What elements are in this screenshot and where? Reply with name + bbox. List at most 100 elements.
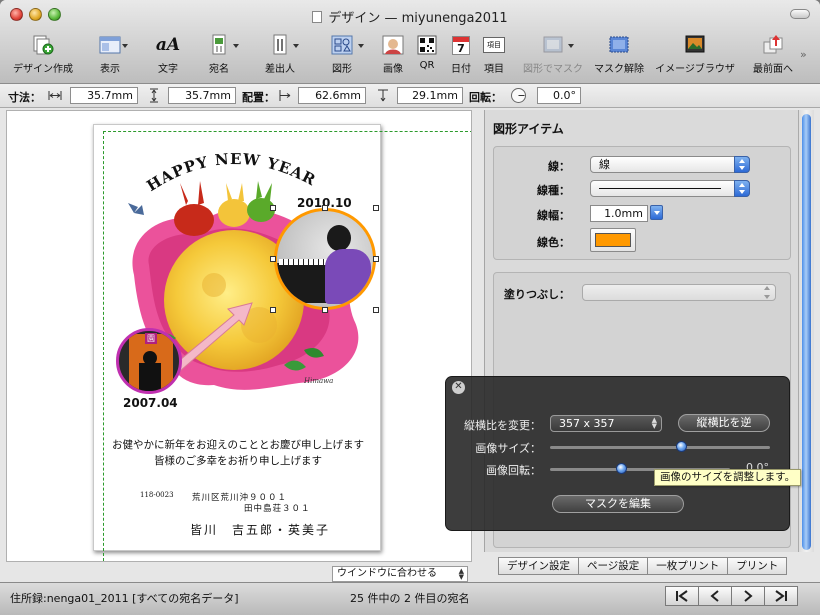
line-popup[interactable]: 線: [590, 156, 750, 173]
toolbar-label: マスク解除: [594, 64, 644, 75]
popup-arrows-icon: [760, 284, 776, 301]
qr-code-icon: [415, 34, 439, 56]
sender-address-2: 田中島荘３０１: [244, 504, 311, 514]
piano-photo[interactable]: [274, 208, 376, 310]
image-rotation-slider-knob[interactable]: [616, 463, 627, 474]
design-canvas[interactable]: HAPPY NEW YEAR Himawa 2010.10 園 2007.04: [6, 110, 472, 562]
toolbar-addressee[interactable]: 宛名: [205, 34, 239, 78]
line-color-swatch: [595, 233, 631, 247]
edit-mask-button[interactable]: マスクを編集: [552, 495, 684, 513]
close-icon[interactable]: ✕: [452, 381, 465, 394]
toolbar-shape[interactable]: 図形: [330, 34, 364, 78]
line-type-label: 線種：: [537, 184, 570, 197]
chevron-down-icon: [293, 44, 299, 48]
calendar-day: 7: [457, 41, 465, 55]
window-title-wrap: デザイン — miyunenga2011: [0, 7, 820, 26]
margin-guide-vertical: [103, 131, 104, 561]
aspect-ratio-popup[interactable]: 357 x 357 ▲ ▼: [550, 415, 662, 432]
toolbar-image-browser[interactable]: イメージブラウザ: [655, 34, 735, 78]
line-type-popup[interactable]: [590, 180, 750, 197]
toolbar-label: 図形: [332, 64, 352, 75]
image-size-slider-knob[interactable]: [676, 441, 687, 452]
last-record-button[interactable]: [764, 586, 798, 606]
toolbar-item[interactable]: 項目 項目: [482, 34, 506, 78]
toolbar-design-create[interactable]: デザイン作成: [12, 34, 74, 78]
photo-keys: [279, 259, 329, 265]
resize-handle-top[interactable]: [322, 205, 328, 211]
card-year-bottom: 2007.04: [123, 396, 178, 410]
previous-record-button[interactable]: [698, 586, 732, 606]
line-color-well[interactable]: [590, 228, 636, 252]
inspector-scroll-thumb[interactable]: [802, 114, 811, 550]
image-size-slider[interactable]: [550, 446, 770, 449]
first-record-button[interactable]: [665, 586, 699, 606]
toolbar-label: 図形でマスク: [523, 64, 583, 75]
chevron-down-icon: [233, 44, 239, 48]
height-icon: [150, 88, 158, 103]
y-position-field[interactable]: 29.1mm: [397, 87, 463, 104]
toolbar-mask-with-shape[interactable]: 図形でマスク: [522, 34, 584, 78]
line-width-field[interactable]: 1.0mm: [590, 205, 648, 222]
toolbar-bring-front[interactable]: 最前面へ: [751, 34, 795, 78]
zoom-fit-select[interactable]: ウインドウに合わせる ▲ ▼: [332, 566, 468, 582]
new-design-icon: [31, 34, 55, 56]
sender-icon: [268, 34, 292, 56]
toolbar-toggle-button[interactable]: [790, 9, 810, 19]
calendar-page: 7: [452, 35, 470, 55]
aspect-ratio-value: 357 x 357: [559, 417, 615, 430]
image-icon: [381, 34, 405, 56]
window-title: デザイン — miyunenga2011: [328, 11, 508, 26]
resize-handle-left[interactable]: [270, 256, 276, 262]
toolbar-qr[interactable]: QR: [416, 34, 438, 78]
line-popup-value: 線: [599, 158, 610, 171]
status-bar: 住所録:nenga01_2011 [すべての宛名データ] 25 件中の 2 件目…: [0, 582, 820, 615]
fill-popup[interactable]: [582, 284, 776, 301]
greeting-line-1: お健やかに新年をお迎えのこととお慶び申し上げます: [112, 439, 364, 451]
tab-single-print[interactable]: 一枚プリント: [647, 557, 729, 575]
line-width-dropdown-button[interactable]: [650, 205, 663, 220]
postcard[interactable]: HAPPY NEW YEAR Himawa 2010.10 園 2007.04: [93, 124, 381, 551]
line-type-sample: [599, 188, 721, 189]
next-record-button[interactable]: [731, 586, 765, 606]
resize-handle-top-left[interactable]: [270, 205, 276, 211]
toolbar-unmask[interactable]: マスク解除: [594, 34, 644, 78]
document-icon: [312, 11, 323, 23]
toolbar-view[interactable]: 表示: [94, 34, 128, 78]
tooltip: 画像のサイズを調整します。: [654, 469, 802, 486]
tab-print[interactable]: プリント: [727, 557, 788, 575]
toolbar-text[interactable]: aA 文字: [156, 34, 180, 78]
sender-name: 皆川 吉五郎・英美子: [190, 523, 331, 537]
photo-child-body: [139, 363, 161, 391]
up-down-arrows-icon: ▲ ▼: [651, 416, 657, 430]
resize-handle-bottom[interactable]: [322, 307, 328, 313]
tab-design-settings[interactable]: デザイン設定: [498, 557, 579, 575]
swap-aspect-button[interactable]: 縦横比を逆: [678, 414, 770, 432]
resize-handle-top-right[interactable]: [373, 205, 379, 211]
last-icon: [775, 590, 787, 602]
height-field[interactable]: 35.7mm: [168, 87, 236, 104]
record-navigation: [665, 586, 798, 606]
chevron-right-icon: [744, 590, 753, 602]
dimension-bar: 寸法： 35.7mm 35.7mm 配置： 62.6mm 29.1mm 回転： …: [0, 84, 820, 108]
resize-handle-bottom-right[interactable]: [373, 307, 379, 313]
width-field[interactable]: 35.7mm: [70, 87, 138, 104]
chevron-down-icon: [654, 211, 660, 215]
first-icon: [676, 590, 688, 602]
line-color-label: 線色：: [537, 236, 570, 249]
aspect-ratio-label: 縦横比を変更：: [464, 419, 541, 432]
toolbar-label: 画像: [383, 64, 403, 75]
toolbar-label: 日付: [451, 64, 471, 75]
resize-handle-bottom-left[interactable]: [270, 307, 276, 313]
rotation-field[interactable]: 0.0°: [537, 87, 581, 104]
toolbar-image[interactable]: 画像: [381, 34, 405, 78]
rotation-dial-icon[interactable]: [510, 87, 527, 104]
toolbar-date[interactable]: 7 日付: [449, 34, 473, 78]
child-photo[interactable]: 園: [116, 328, 182, 394]
photo-head: [327, 225, 351, 251]
tab-page-settings[interactable]: ページ設定: [578, 557, 649, 575]
x-position-field[interactable]: 62.6mm: [298, 87, 366, 104]
resize-handle-right[interactable]: [373, 256, 379, 262]
card-headline: HAPPY NEW YEAR: [143, 150, 318, 195]
toolbar-sender[interactable]: 差出人: [265, 34, 299, 78]
toolbar-overflow-icon[interactable]: »: [800, 48, 807, 61]
